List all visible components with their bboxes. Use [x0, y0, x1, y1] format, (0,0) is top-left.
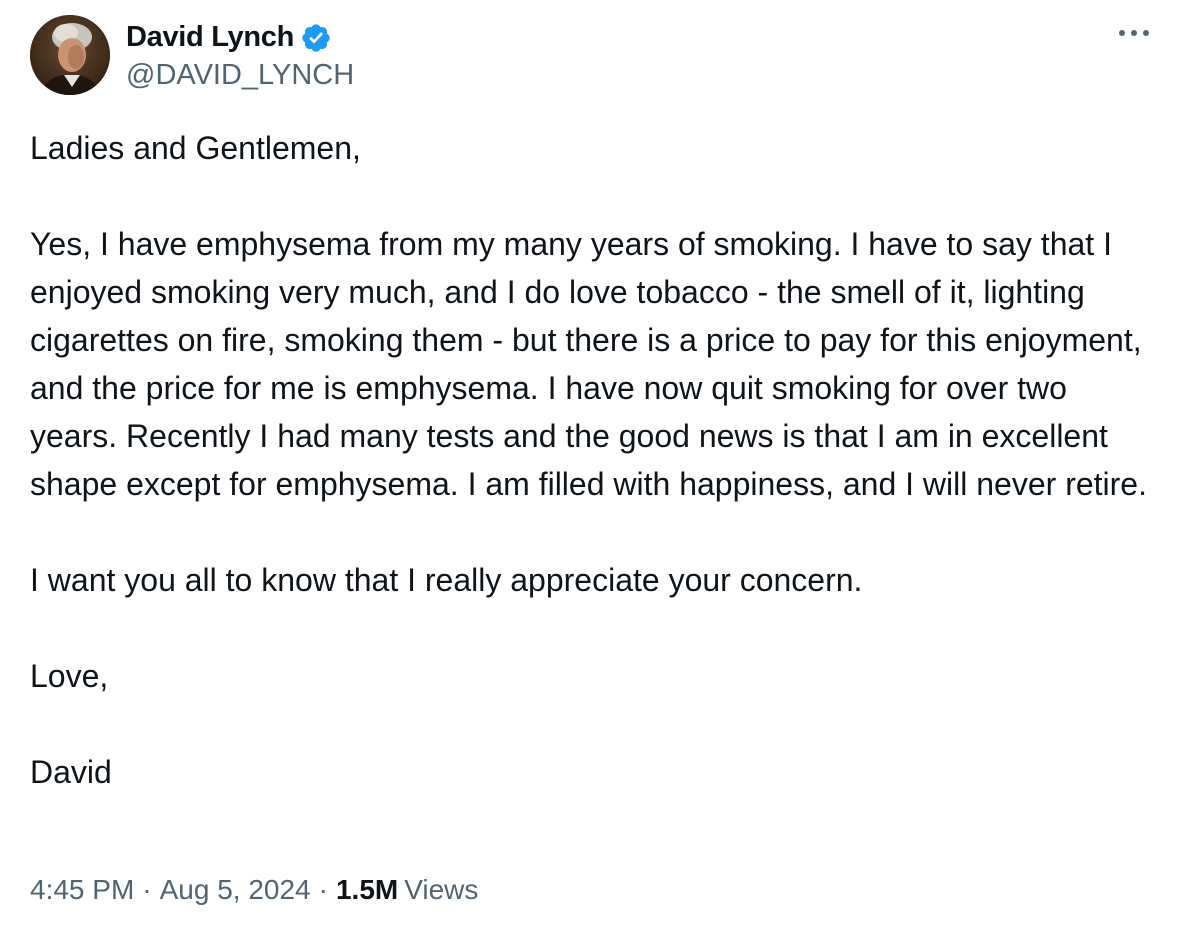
meta-separator: · — [318, 874, 328, 905]
tweet-header: David Lynch @DAVID_LYNCH — [30, 14, 354, 96]
views-label: Views — [404, 874, 479, 905]
tweet-paragraph: I want you all to know that I really app… — [30, 562, 863, 598]
author-identity: David Lynch @DAVID_LYNCH — [126, 19, 354, 92]
tweet-paragraph: David — [30, 754, 112, 790]
tweet-card: David Lynch @DAVID_LYNCH Ladies and Gent… — [0, 0, 1178, 930]
more-options-icon[interactable] — [1114, 18, 1154, 48]
post-time[interactable]: 4:45 PM — [30, 874, 134, 906]
post-date[interactable]: Aug 5, 2024 — [160, 874, 311, 906]
profile-photo — [30, 15, 110, 95]
tweet-paragraph: Ladies and Gentlemen, — [30, 130, 361, 166]
tweet-meta: 4:45 PM · Aug 5, 2024 · 1.5M Views — [30, 874, 478, 906]
tweet-text: Ladies and Gentlemen, Yes, I have emphys… — [30, 124, 1150, 796]
meta-separator: · — [142, 874, 152, 905]
display-name[interactable]: David Lynch — [126, 21, 294, 54]
user-handle[interactable]: @DAVID_LYNCH — [126, 59, 354, 92]
verified-badge-icon[interactable] — [300, 22, 332, 54]
tweet-paragraph: Yes, I have emphysema from my many years… — [30, 226, 1151, 502]
views-count[interactable]: 1.5M — [336, 874, 398, 906]
tweet-paragraph: Love, — [30, 658, 109, 694]
name-row: David Lynch — [126, 19, 354, 57]
avatar[interactable] — [30, 15, 110, 95]
